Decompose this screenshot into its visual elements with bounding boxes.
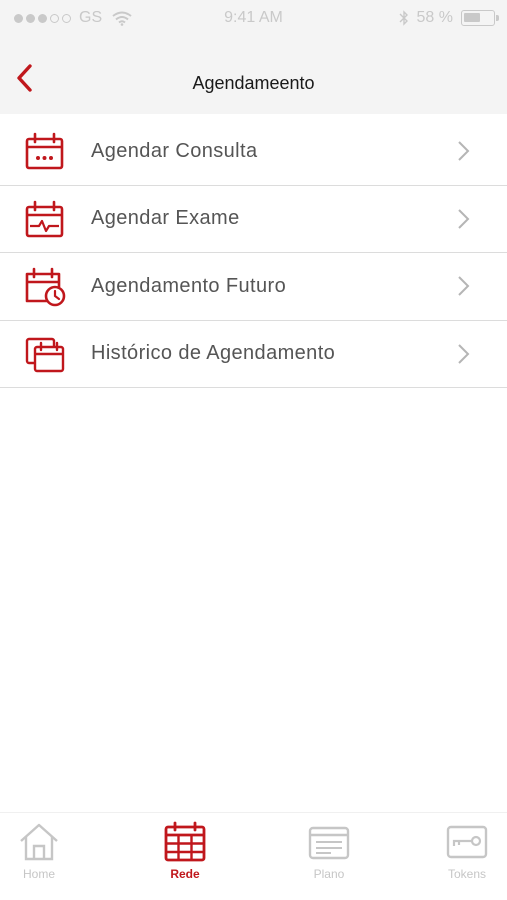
chevron-right-icon <box>458 141 470 161</box>
tab-label: Rede <box>170 867 200 881</box>
status-bar: GS 9:41 AM 58 % <box>0 0 507 40</box>
tab-rede[interactable]: Rede <box>140 821 230 891</box>
page-title: Agendameento <box>192 73 315 93</box>
chevron-right-icon <box>458 209 470 229</box>
calendar-stack-icon <box>25 337 65 372</box>
calendar-dots-icon <box>25 132 64 170</box>
tab-label: Plano <box>313 867 345 881</box>
menu-item-agendar-consulta[interactable]: Agendar Consulta <box>0 118 507 186</box>
navigation-bar: Agendameento <box>0 40 507 114</box>
battery-level <box>464 13 480 22</box>
chevron-right-icon <box>458 276 470 296</box>
battery-icon <box>461 10 499 26</box>
key-icon <box>446 825 488 859</box>
tab-tokens[interactable]: Tokens <box>422 821 507 891</box>
tab-bar: Home Rede Plano Tokens <box>0 812 507 900</box>
card-icon <box>308 826 350 860</box>
tab-plano[interactable]: Plano <box>284 821 374 891</box>
tab-label: Tokens <box>447 867 487 881</box>
menu-item-label: Histórico de Agendamento <box>91 342 336 365</box>
tab-home[interactable]: Home <box>0 821 84 891</box>
calendar-pulse-icon <box>25 200 64 237</box>
menu-item-label: Agendamento Futuro <box>91 274 287 297</box>
menu-list: Agendar Consulta Agendar Exame Agendamen… <box>0 118 507 388</box>
chevron-right-icon <box>458 344 470 364</box>
tab-label: Home <box>22 867 55 881</box>
calendar-clock-icon <box>25 267 66 307</box>
menu-item-agendar-exame[interactable]: Agendar Exame <box>0 186 507 253</box>
menu-item-historico-de-agendamento[interactable]: Histórico de Agendamento <box>0 321 507 388</box>
menu-item-agendamento-futuro[interactable]: Agendamento Futuro <box>0 253 507 321</box>
menu-item-label: Agendar Exame <box>91 207 240 230</box>
calendar-grid-icon <box>164 821 206 862</box>
bluetooth-icon <box>399 10 408 26</box>
home-icon <box>20 823 58 861</box>
menu-item-label: Agendar Consulta <box>91 139 258 162</box>
battery-percent: 58 % <box>416 9 453 26</box>
